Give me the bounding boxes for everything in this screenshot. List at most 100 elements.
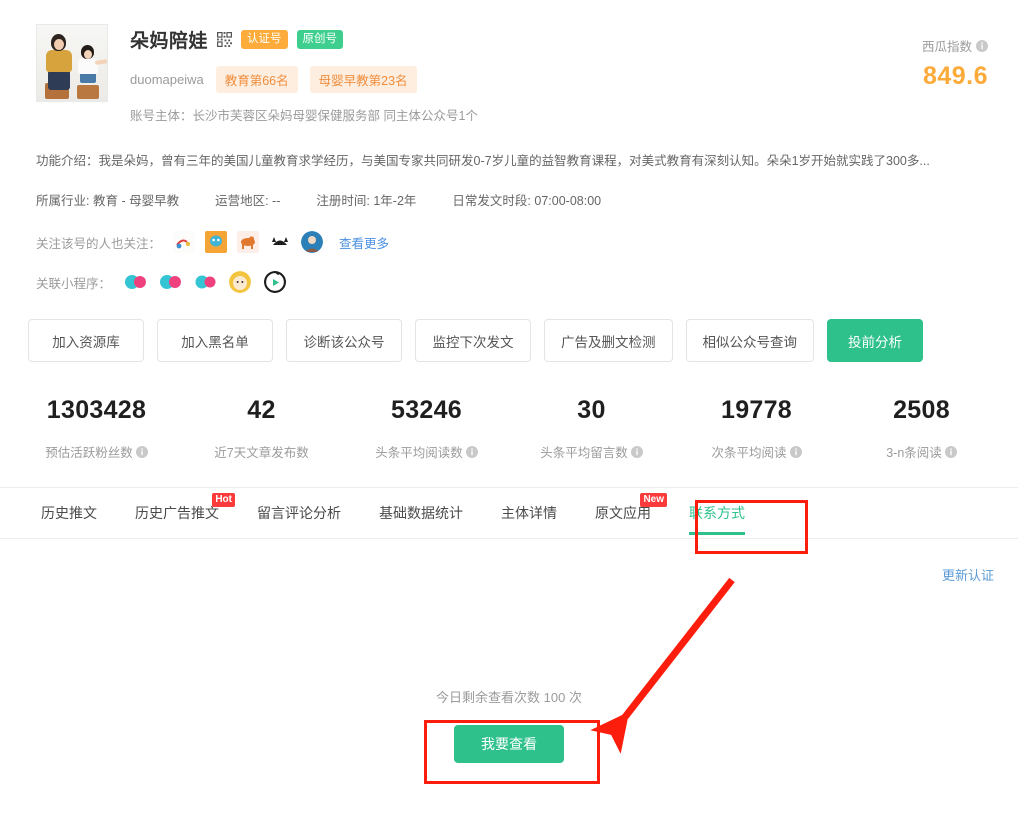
meta-region-label: 运营地区: bbox=[215, 194, 269, 208]
tab-label: 联系方式 bbox=[689, 505, 745, 521]
related-account-avatar[interactable] bbox=[205, 231, 228, 253]
tab-label: 主体详情 bbox=[501, 505, 557, 521]
stats-row: 1303428 预估活跃粉丝数 42 近7天文章发布数 53246 头条平均阅读… bbox=[14, 396, 1004, 461]
info-icon[interactable] bbox=[465, 445, 478, 458]
add-to-blacklist-button[interactable]: 加入黑名单 bbox=[157, 319, 273, 362]
meta-industry-value: 教育 - 母婴早教 bbox=[92, 194, 180, 208]
tab-label: 历史广告推文 bbox=[135, 505, 219, 521]
similar-accounts-button[interactable]: 相似公众号查询 bbox=[685, 319, 814, 362]
tab-comment-analysis[interactable]: 留言评论分析 bbox=[238, 487, 360, 539]
account-meta-row: 所属行业: 教育 - 母婴早教 运营地区: -- 注册时间: 1年-2年 日常发… bbox=[36, 190, 988, 209]
stat-value: 53246 bbox=[390, 396, 463, 424]
miniprogram-icon[interactable] bbox=[194, 271, 216, 293]
stat-headline-avg-comments: 30 头条平均留言数 bbox=[509, 396, 674, 461]
info-icon[interactable] bbox=[630, 445, 643, 458]
account-id-row: duomapeiwa 教育第66名 母婴早教第23名 bbox=[130, 66, 988, 93]
miniprogram-icon[interactable] bbox=[159, 271, 182, 293]
stat-label: 近7天文章发布数 bbox=[214, 446, 309, 460]
miniprogram-icon[interactable] bbox=[264, 271, 287, 293]
account-subject: 账号主体：长沙市芙蓉区朵妈母婴保健服务部 同主体公众号1个 bbox=[130, 109, 478, 123]
hot-badge: Hot bbox=[212, 493, 235, 507]
renew-certification-link[interactable]: 更新认证 bbox=[942, 565, 994, 584]
meta-region-value: -- bbox=[272, 194, 281, 208]
related-account-avatar[interactable] bbox=[237, 231, 260, 253]
stat-label-row: 头条平均阅读数 bbox=[344, 442, 509, 461]
tab-original-apps[interactable]: 原文应用 New bbox=[576, 487, 670, 539]
tab-bar: 历史推文 历史广告推文 Hot 留言评论分析 基础数据统计 主体详情 原文应用 … bbox=[0, 487, 1018, 539]
info-icon[interactable] bbox=[135, 445, 148, 458]
view-contact-button[interactable]: 我要查看 bbox=[454, 725, 564, 763]
stat-label: 次条平均阅读 bbox=[711, 446, 787, 460]
meta-reg-time-label: 注册时间: bbox=[316, 194, 370, 208]
miniprogram-row: 关联小程序： bbox=[36, 271, 988, 293]
tab-label: 留言评论分析 bbox=[257, 505, 341, 521]
avatar bbox=[36, 24, 108, 102]
related-account-avatar[interactable] bbox=[301, 231, 324, 253]
meta-post-window: 日常发文时段: 07:00-08:00 bbox=[452, 190, 601, 209]
tab-label: 基础数据统计 bbox=[379, 505, 463, 521]
add-to-library-button[interactable]: 加入资源库 bbox=[28, 319, 144, 362]
info-icon[interactable] bbox=[789, 445, 802, 458]
account-name-row: 朵妈陪娃 认证号 原创号 bbox=[130, 26, 988, 53]
pre-investment-analysis-button[interactable]: 投前分析 bbox=[827, 319, 923, 362]
stat-value: 19778 bbox=[720, 396, 793, 424]
miniprogram-icon[interactable] bbox=[124, 271, 147, 293]
diagnose-account-button[interactable]: 诊断该公众号 bbox=[286, 319, 402, 362]
see-more-link[interactable]: 查看更多 bbox=[339, 233, 389, 252]
meta-reg-time: 注册时间: 1年-2年 bbox=[316, 190, 416, 209]
related-accounts-label: 关注该号的人也关注： bbox=[36, 236, 162, 251]
stat-secondary-avg-reads: 19778 次条平均阅读 bbox=[674, 396, 839, 461]
index-score-label: 西瓜指数 bbox=[921, 40, 972, 54]
remaining-views-text: 今日剩余查看次数 100 次 bbox=[436, 690, 582, 705]
stat-value: 1303428 bbox=[46, 396, 147, 424]
index-score-label-row: 西瓜指数 bbox=[922, 36, 988, 55]
status-badge-original: 原创号 bbox=[296, 29, 344, 50]
tab-history-posts[interactable]: 历史推文 bbox=[22, 487, 116, 539]
info-icon[interactable] bbox=[944, 445, 957, 458]
miniprogram-icon[interactable] bbox=[229, 271, 252, 293]
tab-basic-stats[interactable]: 基础数据统计 bbox=[360, 487, 482, 539]
meta-industry: 所属行业: 教育 - 母婴早教 bbox=[36, 190, 179, 209]
meta-industry-label: 所属行业: bbox=[36, 194, 90, 208]
profile-header: 朵妈陪娃 认证号 原创号 duomapeiwa 教育第66名 母婴早教第23名 … bbox=[0, 0, 1018, 124]
tab-contact-info[interactable]: 联系方式 bbox=[670, 487, 764, 539]
account-name: 朵妈陪娃 bbox=[130, 31, 209, 52]
meta-region: 运营地区: -- bbox=[215, 190, 280, 209]
info-icon[interactable] bbox=[976, 39, 988, 52]
related-account-avatar[interactable] bbox=[269, 231, 292, 253]
view-contact-area: 今日剩余查看次数 100 次 我要查看 bbox=[0, 687, 1018, 763]
tab-label: 历史推文 bbox=[41, 505, 97, 521]
related-accounts-row: 关注该号的人也关注： 查看更多 bbox=[36, 231, 988, 253]
stat-label: 预估活跃粉丝数 bbox=[45, 446, 133, 460]
index-score-value: 849.6 bbox=[922, 62, 988, 90]
stat-label-row: 预估活跃粉丝数 bbox=[14, 442, 179, 461]
index-score: 西瓜指数 849.6 bbox=[922, 36, 988, 91]
meta-post-window-value: 07:00-08:00 bbox=[534, 194, 602, 208]
stat-label: 3-n条阅读 bbox=[886, 446, 942, 460]
stat-value: 2508 bbox=[893, 396, 950, 424]
tab-subject-details[interactable]: 主体详情 bbox=[482, 487, 576, 539]
rank-tag-parenting: 母婴早教第23名 bbox=[309, 66, 417, 93]
stat-posts-last-7-days: 42 近7天文章发布数 bbox=[179, 396, 344, 461]
stat-label-row: 头条平均留言数 bbox=[509, 442, 674, 461]
stat-value: 42 bbox=[247, 396, 276, 424]
new-badge: New bbox=[640, 493, 667, 507]
wechat-id: duomapeiwa bbox=[130, 72, 204, 87]
stat-label-row: 近7天文章发布数 bbox=[179, 442, 344, 461]
rank-tag-education: 教育第66名 bbox=[215, 66, 298, 93]
qr-code-icon[interactable] bbox=[217, 32, 233, 47]
stat-label: 头条平均阅读数 bbox=[375, 446, 463, 460]
miniprogram-label: 关联小程序： bbox=[36, 276, 112, 291]
status-badge-verified: 认证号 bbox=[241, 29, 288, 50]
meta-post-window-label: 日常发文时段: bbox=[452, 194, 531, 208]
monitor-next-post-button[interactable]: 监控下次发文 bbox=[415, 319, 531, 362]
stat-tertiary-reads: 2508 3-n条阅读 bbox=[839, 396, 1004, 461]
meta-reg-time-value: 1年-2年 bbox=[373, 194, 417, 208]
ad-deletion-check-button[interactable]: 广告及删文检测 bbox=[544, 319, 673, 362]
related-account-avatar[interactable] bbox=[173, 231, 196, 253]
stat-value: 30 bbox=[577, 396, 606, 424]
stat-label: 头条平均留言数 bbox=[540, 446, 628, 460]
tab-content-panel: 更新认证 今日剩余查看次数 100 次 我要查看 bbox=[0, 539, 1018, 801]
tab-history-ad-posts[interactable]: 历史广告推文 Hot bbox=[116, 487, 238, 539]
stat-active-fans: 1303428 预估活跃粉丝数 bbox=[14, 396, 179, 461]
